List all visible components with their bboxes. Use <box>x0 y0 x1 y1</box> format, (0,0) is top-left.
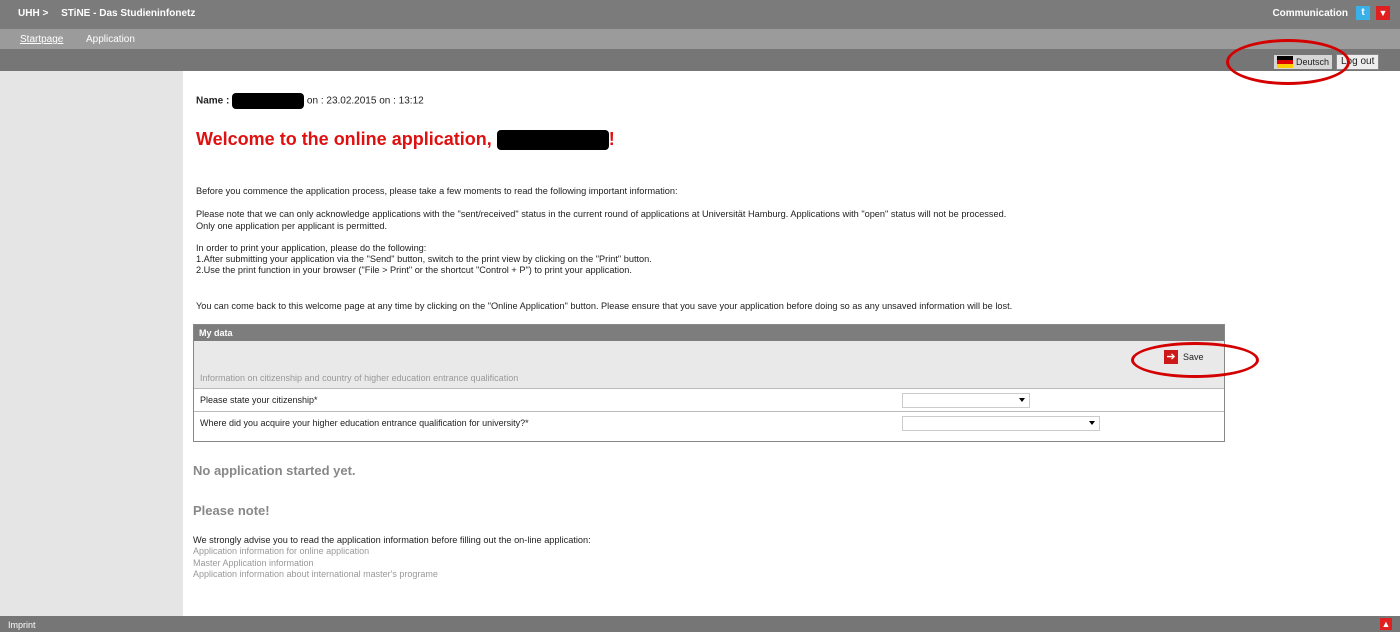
breadcrumb-portal[interactable]: STiNE - Das Studieninfonetz <box>61 8 195 19</box>
tab-startpage[interactable]: Startpage <box>20 34 63 45</box>
info-one-application: Only one application per applicant is pe… <box>196 221 388 231</box>
my-data-toolbar: ➔ Save Information on citizenship and co… <box>194 341 1224 388</box>
name-label: Name : <box>196 95 230 107</box>
toolbar <box>0 49 1400 71</box>
welcome-punct: ! <box>608 129 615 149</box>
redacted-name <box>232 93 305 109</box>
session-date: on : 23.02.2015 <box>306 95 377 107</box>
section-title: Information on citizenship and country o… <box>200 373 519 383</box>
citizenship-select[interactable] <box>902 393 1030 408</box>
welcome-title: Welcome to the online application, ! <box>196 129 615 151</box>
breadcrumb-home[interactable]: UHH > <box>18 8 48 19</box>
breadcrumb: UHH > STiNE - Das Studieninfonetz <box>18 8 205 19</box>
main-content: Name : on : 23.02.2015 on : 13:12 Welcom… <box>183 71 1400 616</box>
tab-bar: Startpage Application <box>0 29 1400 49</box>
citizenship-label: Please state your citizenship* <box>200 395 318 405</box>
imprint-link[interactable]: Imprint <box>8 620 36 630</box>
link-online-application-info[interactable]: Application information for online appli… <box>193 546 369 556</box>
link-master-application-info[interactable]: Master Application information <box>193 558 314 568</box>
tab-application[interactable]: Application <box>86 34 135 45</box>
chevron-down-icon <box>1089 421 1095 425</box>
session-info: Name : on : 23.02.2015 on : 13:12 <box>196 93 424 109</box>
sidebar <box>0 71 183 616</box>
top-bar: UHH > STiNE - Das Studieninfonetz Commun… <box>0 0 1400 29</box>
communication-link[interactable]: Communication <box>1272 8 1348 19</box>
info-return-note: You can come back to this welcome page a… <box>196 301 1013 311</box>
qualification-select[interactable] <box>902 416 1100 431</box>
twitter-icon[interactable]: t <box>1356 6 1370 20</box>
chevron-down-icon <box>1019 398 1025 402</box>
form-row-citizenship: Please state your citizenship* <box>194 388 1224 411</box>
qualification-label: Where did you acquire your higher educat… <box>200 418 529 428</box>
info-print-heading: In order to print your application, plea… <box>196 243 427 253</box>
highlight-ring-save <box>1131 342 1259 378</box>
my-data-panel: My data ➔ Save Information on citizenshi… <box>193 324 1225 442</box>
link-international-master-info[interactable]: Application information about internatio… <box>193 569 438 579</box>
status-heading: No application started yet. <box>193 463 356 478</box>
redacted-username <box>496 130 609 151</box>
info-intro: Before you commence the application proc… <box>196 186 678 196</box>
note-heading: Please note! <box>193 503 270 518</box>
info-print-step1: 1.After submitting your application via … <box>196 254 652 264</box>
info-print-step2: 2.Use the print function in your browser… <box>196 265 632 275</box>
footer: Imprint ▲ <box>0 616 1400 632</box>
welcome-text: Welcome to the online application, <box>196 129 492 149</box>
session-time: on : 13:12 <box>379 95 424 107</box>
chevron-down-icon[interactable]: ▼ <box>1376 6 1390 20</box>
note-text: We strongly advise you to read the appli… <box>193 535 591 545</box>
chevron-up-icon[interactable]: ▲ <box>1380 618 1392 630</box>
info-status-note: Please note that we can only acknowledge… <box>196 209 1007 219</box>
my-data-header: My data <box>194 325 1224 341</box>
form-row-qualification: Where did you acquire your higher educat… <box>194 411 1224 434</box>
